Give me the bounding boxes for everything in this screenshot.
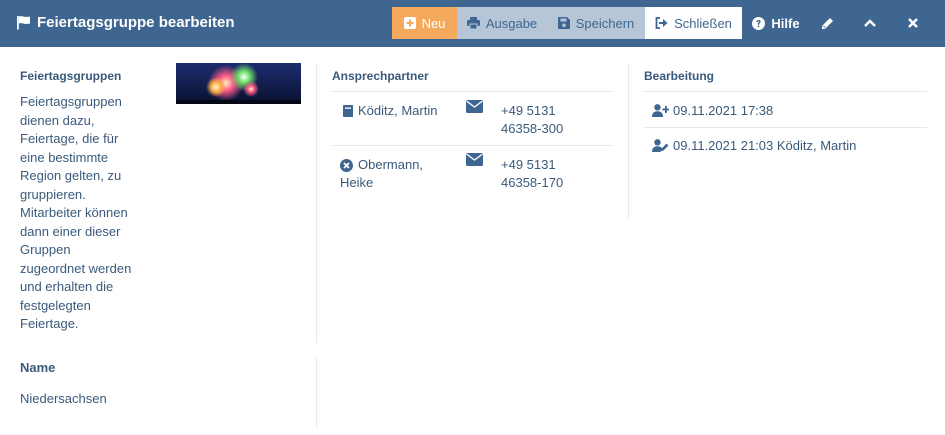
description-line: eine bestimmte xyxy=(20,149,109,165)
close-button-label: Schließen xyxy=(674,15,732,31)
collapse-button[interactable] xyxy=(853,7,887,39)
book-icon xyxy=(343,105,353,117)
contact-phone: +49 5131 46358-300 xyxy=(501,102,591,138)
envelope-icon xyxy=(466,100,483,113)
save-button[interactable]: Speichern xyxy=(547,7,645,39)
plus-square-icon xyxy=(403,17,416,29)
contact-phone-line: 46358-300 xyxy=(501,121,564,136)
printer-icon xyxy=(466,17,480,29)
pencil-icon xyxy=(821,17,833,29)
contact-name: Köditz, Martin xyxy=(358,102,437,120)
name-value: Niedersachsen xyxy=(20,391,107,406)
contact-name-line: Heike xyxy=(340,175,374,190)
contact-phone: +49 5131 46358-170 xyxy=(501,156,591,192)
output-button[interactable]: Ausgabe xyxy=(457,7,547,39)
contact-phone-line: +49 5131 xyxy=(501,157,556,172)
description-line: und erhalten die xyxy=(20,279,114,294)
contact-name-line: Köditz, Martin xyxy=(358,103,438,118)
description-line: Region gelten, zu xyxy=(20,168,122,183)
close-window-button[interactable] xyxy=(896,7,930,39)
user-plus-icon xyxy=(652,104,669,117)
info-description: Feiertagsgruppen dienen dazu, Feiertage,… xyxy=(20,93,148,334)
chevron-up-icon xyxy=(864,19,876,27)
contact-name-continuation: Heike xyxy=(340,174,373,192)
help-button[interactable]: Hilfe xyxy=(744,7,808,39)
column-divider xyxy=(628,63,629,219)
close-icon xyxy=(908,18,918,28)
output-button-label: Ausgabe xyxy=(485,15,538,31)
contact-email-button[interactable] xyxy=(466,153,483,169)
history-text: 09.11.2021 21:03 Köditz, Martin xyxy=(673,138,857,153)
contacts-label: Ansprechpartner xyxy=(332,69,429,83)
description-line: zugeordnet werden xyxy=(20,260,132,276)
contacts-divider xyxy=(332,91,613,92)
description-line: Feiertagsgruppen xyxy=(20,94,122,109)
envelope-icon xyxy=(466,153,483,166)
x-circle-icon xyxy=(340,159,353,172)
new-button-label: Neu xyxy=(421,15,446,31)
description-line: festgelegten xyxy=(20,297,91,313)
new-button[interactable]: Neu xyxy=(392,7,457,39)
window-header: Feiertagsgruppe bearbeiten Neu Ausgabe S… xyxy=(0,0,945,47)
sign-out-icon xyxy=(655,17,668,29)
description-line: Feiertage, die für xyxy=(20,131,119,146)
contact-email-button[interactable] xyxy=(466,100,483,116)
name-label: Name xyxy=(20,360,56,375)
history-divider xyxy=(644,91,927,92)
description-line: dienen dazu, xyxy=(20,112,95,128)
user-edit-icon xyxy=(652,139,669,152)
description-line: Gruppen xyxy=(20,242,71,257)
question-circle-icon xyxy=(752,16,766,30)
window-title: Feiertagsgruppe bearbeiten xyxy=(16,14,235,31)
edit-button[interactable] xyxy=(810,7,844,39)
contact-item[interactable]: Köditz, Martin xyxy=(342,102,437,120)
help-button-label: Hilfe xyxy=(771,15,800,31)
fireworks-image xyxy=(176,63,301,104)
contact-name: Obermann, xyxy=(358,156,423,174)
description-line: gruppieren. xyxy=(20,186,86,202)
description-line: dann einer dieser xyxy=(20,223,121,239)
window-title-text: Feiertagsgruppe bearbeiten xyxy=(37,14,235,31)
info-label: Feiertagsgruppen xyxy=(20,69,122,83)
contact-item[interactable]: Obermann, xyxy=(340,156,423,174)
floppy-icon xyxy=(557,17,570,29)
column-divider xyxy=(316,358,317,428)
history-divider xyxy=(644,127,927,128)
history-text: 09.11.2021 17:38 xyxy=(673,103,774,118)
history-item: 09.11.2021 21:03 Köditz, Martin xyxy=(652,138,856,153)
history-label: Bearbeitung xyxy=(644,69,715,83)
save-button-label: Speichern xyxy=(575,15,635,31)
column-divider xyxy=(316,63,317,343)
contacts-divider xyxy=(332,145,613,146)
history-item: 09.11.2021 17:38 xyxy=(652,103,773,118)
contact-phone-line: 46358-170 xyxy=(501,175,564,190)
contact-name-line: Obermann, xyxy=(358,157,424,172)
description-line: Mitarbeiter können xyxy=(20,205,128,220)
description-line: Feiertage. xyxy=(20,316,79,331)
close-button[interactable]: Schließen xyxy=(645,7,742,39)
contact-phone-line: +49 5131 xyxy=(501,103,556,118)
flag-icon xyxy=(17,16,30,30)
